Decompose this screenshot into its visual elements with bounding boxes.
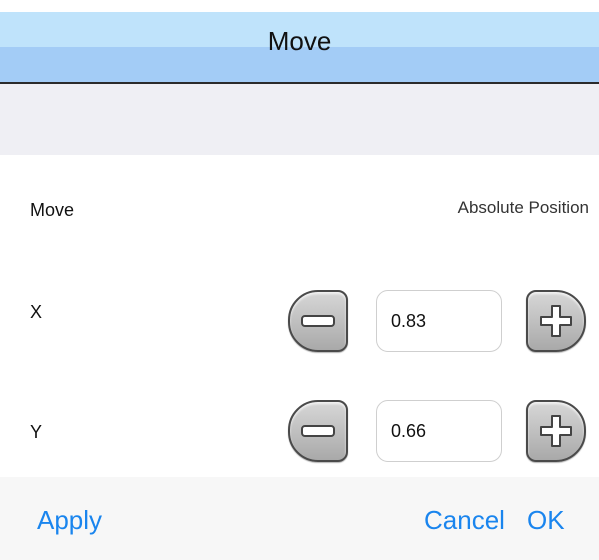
minus-icon: [301, 425, 335, 437]
apply-button[interactable]: Apply: [37, 505, 102, 536]
dialog-title: Move: [267, 26, 332, 56]
plus-icon: [540, 305, 572, 337]
mode-label: Move: [30, 200, 75, 220]
top-strip: [0, 0, 599, 12]
x-increment-button[interactable]: [526, 290, 586, 352]
position-mode-label: Absolute Position: [457, 198, 589, 217]
y-decrement-button[interactable]: [288, 400, 348, 462]
cancel-button[interactable]: Cancel: [424, 505, 505, 536]
y-label: Y: [30, 422, 43, 442]
title-bar: Move: [0, 12, 599, 84]
x-label: X: [30, 302, 43, 322]
x-value-input[interactable]: [376, 290, 502, 352]
toolbar-area: [0, 84, 599, 155]
ok-button[interactable]: OK: [527, 505, 565, 536]
x-decrement-button[interactable]: [288, 290, 348, 352]
minus-icon: [301, 315, 335, 327]
y-value-input[interactable]: [376, 400, 502, 462]
plus-icon: [540, 415, 572, 447]
y-increment-button[interactable]: [526, 400, 586, 462]
